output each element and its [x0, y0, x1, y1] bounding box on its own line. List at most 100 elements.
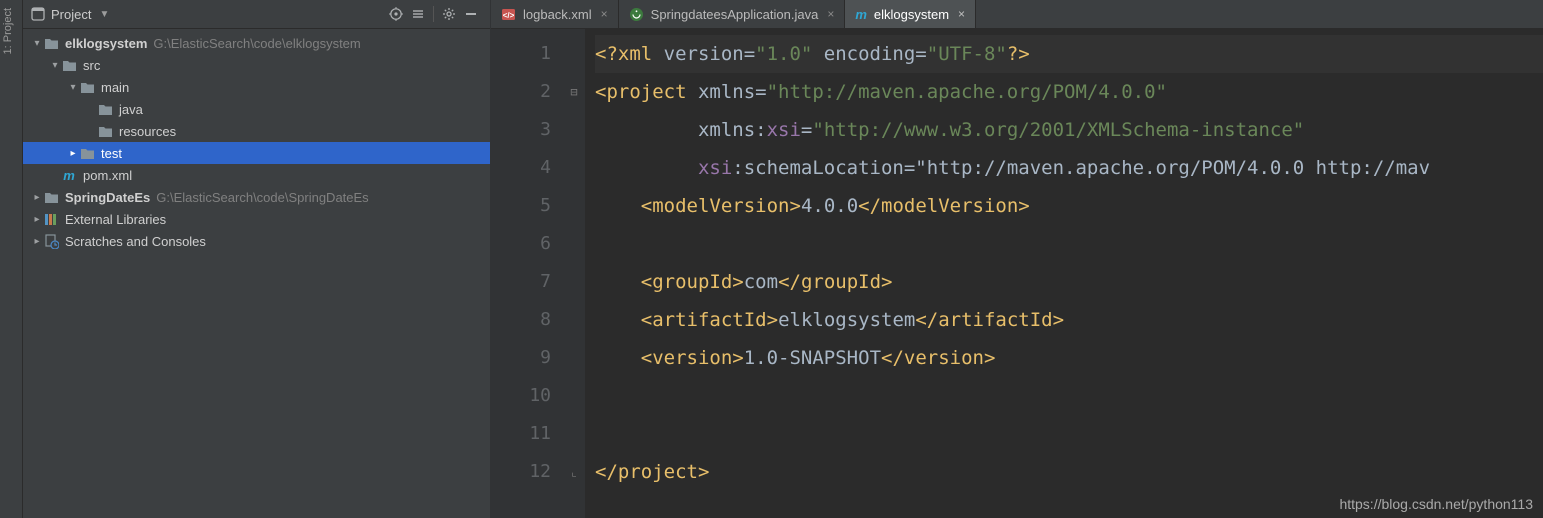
code-line[interactable]	[595, 415, 1543, 453]
tree-row-label: resources	[119, 124, 176, 139]
folder-icon	[79, 79, 95, 95]
chevron-right-icon[interactable]: ▸	[67, 148, 79, 159]
tree-row-label: src	[83, 58, 100, 73]
scratch-icon	[43, 233, 59, 249]
line-gutter[interactable]: 123456789101112	[491, 29, 563, 518]
tree-row[interactable]: ▸SpringDateEsG:\ElasticSearch\code\Sprin…	[23, 186, 490, 208]
fold-marker	[563, 111, 585, 149]
tree-row[interactable]: ▸mpom.xml	[23, 164, 490, 186]
line-number[interactable]: 8	[491, 301, 551, 339]
locate-target-button[interactable]	[385, 3, 407, 25]
project-view-selector[interactable]: Project ▼	[31, 7, 109, 22]
editor-area: </>logback.xml×SpringdateesApplication.j…	[491, 0, 1543, 518]
close-tab-icon[interactable]: ×	[827, 7, 834, 21]
editor-tabs: </>logback.xml×SpringdateesApplication.j…	[491, 0, 1543, 29]
tree-row[interactable]: ▸java	[23, 98, 490, 120]
fold-marker	[563, 263, 585, 301]
line-number[interactable]: 9	[491, 339, 551, 377]
line-number[interactable]: 10	[491, 377, 551, 415]
line-number[interactable]: 6	[491, 225, 551, 263]
project-panel-title: Project	[51, 7, 91, 22]
code-line[interactable]: <groupId>com</groupId>	[595, 263, 1543, 301]
chevron-right-icon[interactable]: ▸	[31, 236, 43, 247]
project-tree[interactable]: ▾ elklogsystem G:\ElasticSearch\code\elklo…	[23, 29, 490, 518]
tree-row-label: pom.xml	[83, 168, 132, 183]
code-line[interactable]: <project xmlns="http://maven.apache.org/…	[595, 73, 1543, 111]
fold-marker	[563, 377, 585, 415]
code-line[interactable]: <artifactId>elklogsystem</artifactId>	[595, 301, 1543, 339]
code-line[interactable]: <modelVersion>4.0.0</modelVersion>	[595, 187, 1543, 225]
fold-marker	[563, 149, 585, 187]
line-number[interactable]: 7	[491, 263, 551, 301]
chevron-right-icon[interactable]: ▸	[31, 192, 43, 203]
folder-icon	[43, 189, 59, 205]
editor-tab[interactable]: SpringdateesApplication.java ×	[619, 0, 846, 28]
chevron-down-icon[interactable]: ▾	[31, 38, 43, 49]
libs-icon	[43, 211, 59, 227]
editor-tab[interactable]: </> logback.xml ×	[491, 0, 619, 28]
fold-column[interactable]: ⊟⌞	[563, 29, 585, 518]
editor-tab-label: logback.xml	[523, 7, 592, 22]
tree-row-label: SpringDateEs	[65, 190, 150, 205]
fold-marker	[563, 301, 585, 339]
fold-marker	[563, 339, 585, 377]
svg-text:</>: </>	[503, 11, 515, 20]
editor-tab-label: SpringdateesApplication.java	[651, 7, 819, 22]
chevron-right-icon[interactable]: ▸	[31, 214, 43, 225]
tree-row[interactable]: ▸resources	[23, 120, 490, 142]
tree-row-label: Scratches and Consoles	[65, 234, 206, 249]
line-number[interactable]: 11	[491, 415, 551, 453]
tree-row-label: elklogsystem	[65, 36, 147, 51]
project-panel: Project ▼ ▾ elklogsystem G:\ElasticSearch\…	[23, 0, 491, 518]
maven-file-icon: m	[855, 8, 867, 21]
tree-row-label: test	[101, 146, 122, 161]
folder-icon	[43, 35, 59, 51]
code-editor[interactable]: <?xml version="1.0" encoding="UTF-8"?><p…	[585, 29, 1543, 518]
code-line[interactable]	[595, 225, 1543, 263]
line-number[interactable]: 4	[491, 149, 551, 187]
hide-panel-button[interactable]	[460, 3, 482, 25]
chevron-down-icon[interactable]: ▾	[49, 60, 61, 71]
code-line[interactable]: <?xml version="1.0" encoding="UTF-8"?>	[595, 35, 1543, 73]
expand-all-button[interactable]	[407, 3, 429, 25]
tree-row[interactable]: ▸ Scratches and Consoles	[23, 230, 490, 252]
project-icon	[31, 7, 45, 21]
editor-tab[interactable]: m elklogsystem ×	[845, 0, 976, 28]
editor-body: 123456789101112 ⊟⌞ <?xml version="1.0" e…	[491, 29, 1543, 518]
maven-icon: m	[61, 167, 77, 183]
tree-row[interactable]: ▸ test	[23, 142, 490, 164]
folder-icon	[97, 101, 113, 117]
editor-tab-label: elklogsystem	[874, 7, 949, 22]
toolwindow-project-button[interactable]: 1: Project	[0, 0, 16, 62]
left-tool-strip: 1: Project	[0, 0, 23, 518]
tree-row[interactable]: ▸ External Libraries	[23, 208, 490, 230]
line-number[interactable]: 12	[491, 453, 551, 491]
ide-root: 1: Project Project ▼	[0, 0, 1543, 518]
tree-row[interactable]: ▾ src	[23, 54, 490, 76]
fold-marker	[563, 225, 585, 263]
chevron-down-icon[interactable]: ▾	[67, 82, 79, 93]
fold-marker	[563, 35, 585, 73]
tree-row-label: External Libraries	[65, 212, 166, 227]
tree-row[interactable]: ▾main	[23, 76, 490, 98]
code-line[interactable]: </project>	[595, 453, 1543, 491]
fold-marker[interactable]: ⊟	[563, 73, 585, 111]
close-tab-icon[interactable]: ×	[601, 7, 608, 21]
close-tab-icon[interactable]: ×	[958, 7, 965, 21]
tree-row[interactable]: ▾ elklogsystem G:\ElasticSearch\code\elklo…	[23, 32, 490, 54]
code-line[interactable]	[595, 377, 1543, 415]
fold-marker	[563, 187, 585, 225]
folder-icon	[61, 57, 77, 73]
line-number[interactable]: 1	[491, 35, 551, 73]
line-number[interactable]: 2	[491, 73, 551, 111]
code-line[interactable]: <version>1.0-SNAPSHOT</version>	[595, 339, 1543, 377]
line-number[interactable]: 5	[491, 187, 551, 225]
project-settings-button[interactable]	[438, 3, 460, 25]
code-line[interactable]: xsi:schemaLocation="http://maven.apache.…	[595, 149, 1543, 187]
tree-row-path: G:\ElasticSearch\code\elklogsystem	[153, 36, 360, 51]
line-number[interactable]: 3	[491, 111, 551, 149]
folder-icon	[79, 145, 95, 161]
code-line[interactable]: xmlns:xsi="http://www.w3.org/2001/XMLSch…	[595, 111, 1543, 149]
java-file-icon	[629, 7, 644, 22]
xml-file-icon: </>	[501, 7, 516, 22]
